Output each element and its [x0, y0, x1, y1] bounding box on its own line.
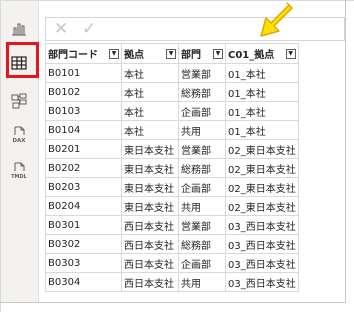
table-cell[interactable]: 東日本支社 — [121, 196, 179, 216]
table-cell[interactable]: 03_西日本支社 — [225, 234, 299, 254]
column-header-label: 部門 — [181, 50, 201, 61]
table-cell[interactable]: 02_東日本支社 — [225, 139, 299, 159]
tmdl-view-icon: TMDL — [10, 162, 28, 180]
table-cell[interactable]: 03_西日本支社 — [225, 272, 299, 292]
report-view-button[interactable] — [5, 15, 33, 43]
column-header-label: C01_拠点 — [228, 50, 275, 61]
table-cell[interactable]: 01_本社 — [225, 82, 299, 102]
table-row: B0203 東日本支社 企画部 02_東日本支社 — [45, 177, 299, 197]
table-cell[interactable]: 西日本支社 — [121, 272, 179, 292]
column-header-department-code[interactable]: 部門コード ▼ — [45, 43, 122, 64]
table-row: B0303 西日本支社 企画部 03_西日本支社 — [45, 253, 299, 273]
filter-dropdown-icon[interactable]: ▼ — [285, 48, 296, 59]
table-cell[interactable]: 東日本支社 — [121, 139, 179, 159]
table-cell[interactable]: 本社 — [121, 82, 179, 102]
table-cell[interactable]: 西日本支社 — [121, 234, 179, 254]
table-cell[interactable]: 西日本支社 — [121, 215, 179, 235]
table-cell[interactable]: 総務部 — [178, 158, 226, 178]
table-cell[interactable]: 02_東日本支社 — [225, 196, 299, 216]
table-cell[interactable]: B0301 — [45, 215, 122, 235]
table-cell[interactable]: 東日本支社 — [121, 177, 179, 197]
table-cell[interactable]: 営業部 — [178, 139, 226, 159]
column-header-label: 部門コード — [48, 50, 98, 61]
table-cell[interactable]: 共用 — [178, 272, 226, 292]
table-cell[interactable]: 総務部 — [178, 82, 226, 102]
table-cell[interactable]: 西日本支社 — [121, 253, 179, 273]
table-cell[interactable]: B0102 — [45, 82, 122, 102]
filter-dropdown-icon[interactable]: ▼ — [109, 48, 119, 59]
table-row: B0301 西日本支社 営業部 03_西日本支社 — [45, 215, 299, 235]
highlight-box — [6, 42, 39, 78]
table-cell[interactable]: 総務部 — [178, 234, 226, 254]
table-cell[interactable]: 本社 — [121, 120, 179, 140]
column-header-label: 拠点 — [124, 50, 144, 61]
filter-dropdown-icon[interactable]: ▼ — [166, 48, 176, 59]
table-row: B0202 東日本支社 総務部 02_東日本支社 — [45, 158, 299, 178]
table-cell[interactable]: 企画部 — [178, 177, 226, 197]
cancel-icon[interactable]: ✕ — [54, 20, 68, 38]
commit-icon[interactable]: ✓ — [82, 20, 96, 38]
model-view-button[interactable] — [5, 87, 33, 115]
table-row: B0302 西日本支社 総務部 03_西日本支社 — [45, 234, 299, 254]
table-cell[interactable]: 本社 — [121, 63, 179, 83]
table-row: B0304 西日本支社 共用 03_西日本支社 — [45, 272, 299, 292]
column-header-department[interactable]: 部門 ▼ — [178, 43, 226, 64]
dax-query-icon: DAX — [10, 126, 28, 144]
formula-bar-actions: ✕ ✓ — [45, 17, 117, 41]
table-row: B0204 東日本支社 共用 02_東日本支社 — [45, 196, 299, 216]
table-row: B0101 本社 営業部 01_本社 — [45, 63, 299, 83]
column-header-c01-location[interactable]: C01_拠点 ▼ — [225, 43, 299, 64]
table-cell[interactable]: B0104 — [45, 120, 122, 140]
header-row: 部門コード ▼ 拠点 ▼ 部門 ▼ C01_拠点 ▼ — [45, 43, 299, 64]
table-cell[interactable]: B0303 — [45, 253, 122, 273]
table-cell[interactable]: 企画部 — [178, 253, 226, 273]
table-cell[interactable]: B0204 — [45, 196, 122, 216]
table-cell[interactable]: 01_本社 — [225, 120, 299, 140]
dax-query-view-button[interactable]: DAX — [5, 121, 33, 149]
table-cell[interactable]: B0302 — [45, 234, 122, 254]
table-cell[interactable]: 02_東日本支社 — [225, 177, 299, 197]
table-cell[interactable]: 東日本支社 — [121, 158, 179, 178]
table-cell[interactable]: B0201 — [45, 139, 122, 159]
filter-dropdown-icon[interactable]: ▼ — [213, 48, 223, 59]
table-cell[interactable]: 営業部 — [178, 215, 226, 235]
column-header-location[interactable]: 拠点 ▼ — [121, 43, 179, 64]
table-cell[interactable]: 本社 — [121, 101, 179, 121]
frame-bottom-border — [0, 302, 346, 303]
table-cell[interactable]: B0202 — [45, 158, 122, 178]
annotation-arrow-icon — [260, 2, 293, 37]
table-cell[interactable]: B0203 — [45, 177, 122, 197]
table-cell[interactable]: 03_西日本支社 — [225, 253, 299, 273]
formula-input[interactable] — [116, 17, 345, 41]
dax-label: DAX — [12, 138, 26, 144]
tmdl-label: TMDL — [11, 174, 28, 180]
table-cell[interactable]: 営業部 — [178, 63, 226, 83]
frame-top-border — [0, 0, 354, 1]
table-cell[interactable]: 01_本社 — [225, 101, 299, 121]
table-cell[interactable]: B0304 — [45, 272, 122, 292]
table-cell[interactable]: B0103 — [45, 101, 122, 121]
report-view-icon — [11, 22, 27, 36]
table-row: B0102 本社 総務部 01_本社 — [45, 82, 299, 102]
data-table: 部門コード ▼ 拠点 ▼ 部門 ▼ C01_拠点 ▼ B0101 本社 営業部 01_本社 B0… — [45, 43, 299, 292]
table-cell[interactable]: 共用 — [178, 196, 226, 216]
table-row: B0103 本社 企画部 01_本社 — [45, 101, 299, 121]
table-cell[interactable]: B0101 — [45, 63, 122, 83]
table-row: B0201 東日本支社 営業部 02_東日本支社 — [45, 139, 299, 159]
table-cell[interactable]: 共用 — [178, 120, 226, 140]
frame-right-border — [345, 0, 346, 303]
table-cell[interactable]: 01_本社 — [225, 63, 299, 83]
table-row: B0104 本社 共用 01_本社 — [45, 120, 299, 140]
table-cell[interactable]: 企画部 — [178, 101, 226, 121]
model-view-icon — [11, 93, 27, 109]
table-cell[interactable]: 02_東日本支社 — [225, 158, 299, 178]
tmdl-view-button[interactable]: TMDL — [5, 157, 33, 185]
table-cell[interactable]: 03_西日本支社 — [225, 215, 299, 235]
